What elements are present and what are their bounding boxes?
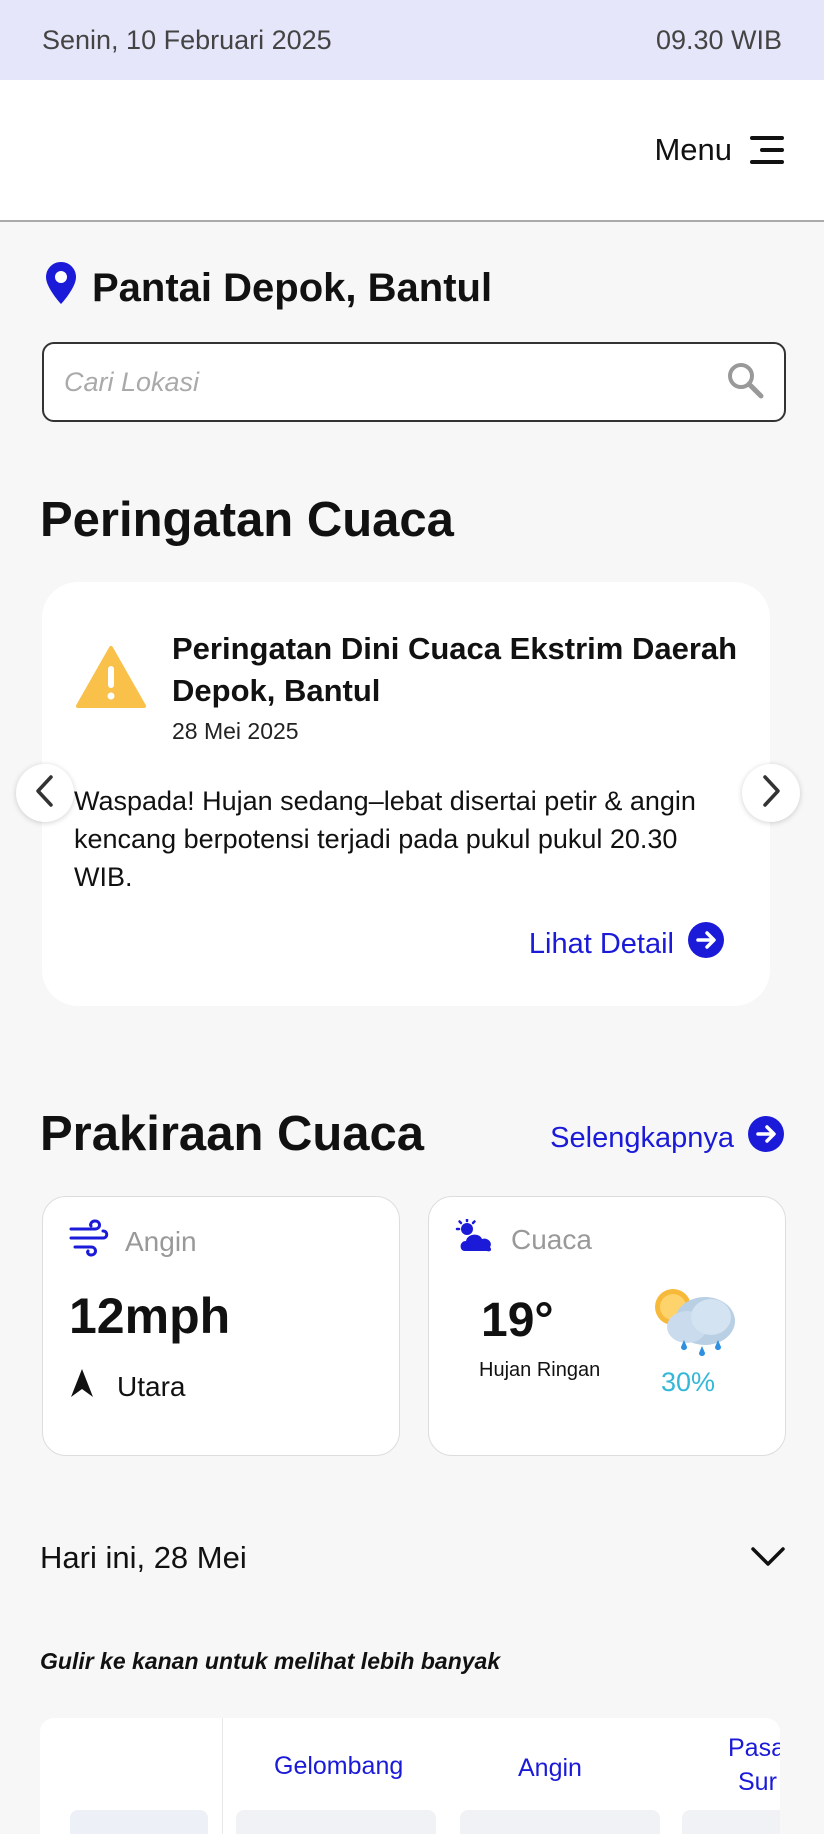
search-icon[interactable] (726, 361, 764, 404)
scroll-hint: Gulir ke kanan untuk melihat lebih banya… (40, 1648, 501, 1674)
menu-label: Menu (654, 132, 732, 167)
day-label: Hari ini, 28 Mei (40, 1540, 247, 1575)
wind-icon (69, 1219, 109, 1264)
chevron-right-icon (759, 774, 783, 813)
table-cell (236, 1810, 436, 1834)
warning-section-title: Peringatan Cuaca (40, 493, 454, 547)
location-name: Pantai Depok, Bantul (92, 265, 493, 310)
weather-card-header: Cuaca (455, 1217, 592, 1260)
warning-date: 28 Mei 2025 (172, 718, 299, 744)
location-pin-icon (46, 262, 76, 314)
wind-label: Angin (125, 1225, 197, 1257)
wind-speed: 12mph (69, 1288, 231, 1344)
warning-icon (76, 646, 146, 713)
wind-card-header: Angin (69, 1219, 197, 1264)
carousel-prev-button[interactable] (16, 764, 74, 822)
wind-direction-label: Utara (117, 1370, 186, 1402)
precipitation: 30% (661, 1367, 716, 1397)
column-header-waves: Gelombang (274, 1752, 404, 1780)
wind-card: Angin 12mph Utara (42, 1196, 400, 1456)
arrow-right-circle-icon (748, 1116, 784, 1160)
search-box (42, 342, 786, 422)
warning-body: Waspada! Hujan sedang–lebat disertai pet… (74, 786, 696, 892)
status-date: Senin, 10 Februari 2025 (42, 24, 332, 55)
column-header-wind: Angin (518, 1754, 582, 1782)
warning-card: Peringatan Dini Cuaca Ekstrim Daerah Dep… (42, 582, 770, 1006)
app-header: Menu (0, 80, 824, 222)
hamburger-icon (746, 134, 784, 166)
navigation-arrow-icon (71, 1369, 93, 1404)
temperature: 19° (481, 1294, 554, 1347)
weather-condition: Hujan Ringan (479, 1359, 601, 1381)
carousel-next-button[interactable] (742, 764, 800, 822)
wind-direction: Utara (71, 1369, 185, 1404)
warning-title: Peringatan Dini Cuaca Ekstrim Daerah Dep… (172, 631, 738, 708)
status-time: 09.30 WIB (655, 24, 782, 55)
forecast-table[interactable]: Gelombang Angin Pasa Sur (40, 1718, 780, 1834)
column-header-tide: Pasa (728, 1734, 780, 1762)
menu-button[interactable]: Menu (654, 132, 784, 168)
location-title: Pantai Depok, Bantul (46, 262, 492, 314)
detail-link-label: Lihat Detail (528, 927, 674, 960)
search-input[interactable] (64, 366, 726, 398)
table-cell (682, 1810, 780, 1834)
arrow-right-circle-icon (688, 922, 724, 966)
forecast-section-title: Prakiraan Cuaca (40, 1107, 425, 1161)
weather-card: Cuaca 19° Hujan Ringan 30% (428, 1196, 786, 1456)
weather-label: Cuaca (511, 1223, 592, 1255)
detail-link[interactable]: Lihat Detail (529, 922, 724, 966)
more-link[interactable]: Selengkapnya (550, 1116, 784, 1160)
chevron-down-icon (750, 1540, 786, 1576)
more-link-label: Selengkapnya (550, 1121, 734, 1154)
rain-cloud-sun-icon (647, 1279, 747, 1374)
status-bar: Senin, 10 Februari 2025 09.30 WIB (0, 0, 824, 80)
table-cell (460, 1810, 660, 1834)
cloud-sun-icon (455, 1217, 495, 1260)
day-selector[interactable]: Hari ini, 28 Mei (40, 1540, 786, 1576)
column-divider (222, 1718, 223, 1834)
chevron-left-icon (33, 774, 57, 813)
column-header-tide-2: Sur (738, 1768, 777, 1796)
table-cell (70, 1810, 208, 1834)
